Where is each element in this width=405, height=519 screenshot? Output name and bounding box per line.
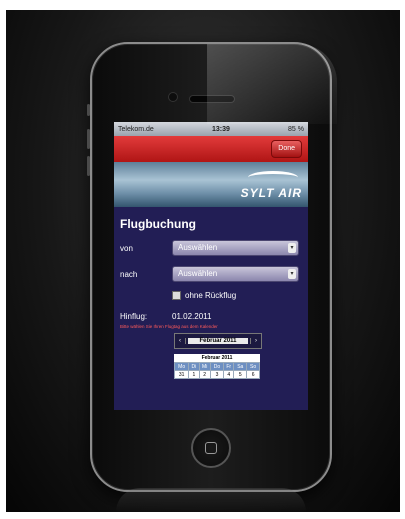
clock: 13:39 bbox=[211, 125, 230, 133]
airline-banner: SYLT AIR bbox=[114, 162, 308, 207]
no-return-label: ohne Rückflug bbox=[185, 291, 237, 300]
prev-month-button[interactable]: ‹ bbox=[175, 338, 186, 344]
phone-reflection bbox=[116, 488, 306, 512]
from-select-value: Auswählen bbox=[178, 243, 218, 252]
weekday-label: Do bbox=[209, 362, 225, 371]
next-month-button[interactable]: › bbox=[250, 338, 261, 344]
month-selector: ‹ Februar 2011 › bbox=[174, 333, 262, 349]
mute-switch bbox=[87, 104, 90, 116]
airline-logo: SYLT AIR bbox=[240, 186, 302, 200]
calendar-day[interactable]: 31 bbox=[173, 370, 190, 379]
from-label: von bbox=[120, 243, 133, 253]
no-return-row: ohne Rückflug bbox=[172, 291, 302, 300]
chevron-down-icon: ▾ bbox=[288, 243, 296, 253]
background: Telekom.de 13:39 85 % Done SYLT AIR Flug… bbox=[6, 10, 400, 512]
outbound-label: Hinflug: bbox=[120, 312, 148, 321]
calendar-hint: Bitte wählen Sie Ihren Flugtag aus dem K… bbox=[120, 324, 218, 329]
calendar-grid: Mo Di Mi Do Fr Sa So 31 1 2 3 4 5 6 bbox=[173, 362, 260, 379]
home-button[interactable] bbox=[191, 428, 231, 468]
calendar-day[interactable]: 2 bbox=[198, 370, 211, 379]
calendar: Februar 2011 Mo Di Mi Do Fr Sa So 31 1 2… bbox=[173, 354, 260, 379]
logo-swoosh-icon bbox=[248, 171, 298, 184]
volume-up-button bbox=[87, 129, 90, 149]
chevron-down-icon: ▾ bbox=[288, 269, 296, 279]
calendar-day[interactable]: 1 bbox=[188, 370, 200, 379]
weekday-label: Mi bbox=[198, 362, 211, 371]
page-title: Flugbuchung bbox=[120, 217, 196, 231]
weekday-label: Fr bbox=[223, 362, 235, 371]
weekday-label: So bbox=[246, 362, 260, 371]
calendar-day[interactable]: 6 bbox=[246, 370, 260, 379]
phone-screen: Telekom.de 13:39 85 % Done SYLT AIR Flug… bbox=[114, 122, 308, 410]
calendar-title: Februar 2011 bbox=[201, 355, 233, 361]
volume-down-button bbox=[87, 156, 90, 176]
to-select-value: Auswählen bbox=[178, 269, 218, 278]
booking-form: Flugbuchung von Auswählen ▾ nach Auswähl… bbox=[114, 207, 308, 379]
to-label: nach bbox=[120, 269, 138, 279]
camera-icon bbox=[168, 92, 178, 102]
from-row: von Auswählen ▾ bbox=[120, 237, 302, 259]
to-row: nach Auswählen ▾ bbox=[120, 263, 302, 285]
to-select[interactable]: Auswählen ▾ bbox=[172, 266, 299, 282]
carrier-label: Telekom.de bbox=[118, 125, 154, 133]
weekday-header-row: Mo Di Mi Do Fr Sa So bbox=[173, 362, 260, 371]
outbound-row: Hinflug: 01.02.2011 bbox=[120, 312, 302, 321]
speaker-grille bbox=[189, 95, 235, 103]
no-return-checkbox[interactable] bbox=[172, 291, 181, 300]
screen-glare bbox=[207, 44, 337, 124]
home-square-icon bbox=[205, 442, 217, 454]
calendar-day[interactable]: 5 bbox=[233, 370, 248, 379]
phone-device: Telekom.de 13:39 85 % Done SYLT AIR Flug… bbox=[87, 42, 337, 492]
weekday-label: Sa bbox=[233, 362, 248, 371]
month-label: Februar 2011 bbox=[188, 338, 248, 344]
outbound-date: 01.02.2011 bbox=[172, 312, 212, 321]
status-bar: Telekom.de 13:39 85 % bbox=[114, 122, 308, 136]
battery-label: 85 % bbox=[288, 125, 304, 133]
calendar-day[interactable]: 3 bbox=[209, 370, 225, 379]
from-select[interactable]: Auswählen ▾ bbox=[172, 240, 299, 256]
done-button[interactable]: Done bbox=[271, 140, 302, 158]
calendar-day[interactable]: 4 bbox=[223, 370, 235, 379]
weekday-label: Mo bbox=[173, 362, 190, 371]
nav-bar: Done bbox=[114, 136, 308, 162]
weekday-label: Di bbox=[188, 362, 200, 371]
calendar-week-row: 31 1 2 3 4 5 6 bbox=[173, 370, 260, 379]
